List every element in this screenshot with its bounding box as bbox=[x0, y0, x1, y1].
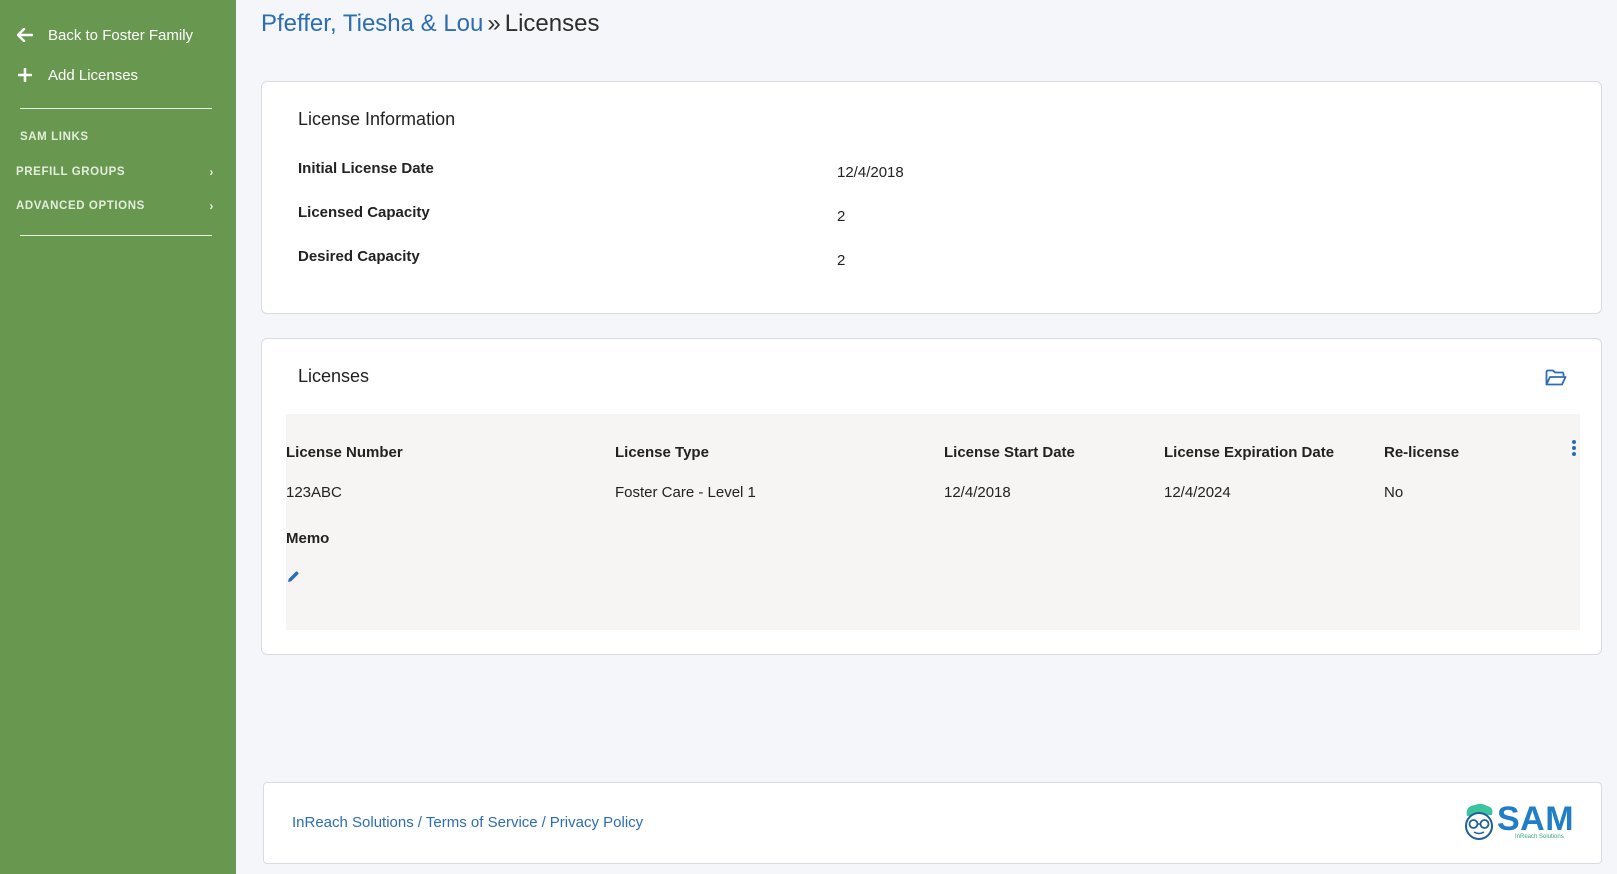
footer-separator: / bbox=[417, 814, 422, 831]
licenses-card: Licenses License Number License Type Lic… bbox=[261, 338, 1602, 655]
sidebar-divider bbox=[20, 108, 212, 109]
terms-of-service-link[interactable]: Terms of Service bbox=[426, 814, 538, 831]
memo-label: Memo bbox=[286, 530, 330, 547]
sidebar: Back to Foster Family Add Licenses SAM L… bbox=[0, 0, 236, 874]
cell-re-license: No bbox=[1384, 484, 1404, 501]
advanced-options-label: ADVANCED OPTIONS bbox=[16, 200, 145, 212]
license-information-card: License Information Initial License Date… bbox=[261, 81, 1602, 314]
add-licenses-link[interactable]: Add Licenses bbox=[16, 66, 138, 84]
cell-license-start-date: 12/4/2018 bbox=[944, 484, 1011, 501]
privacy-policy-link[interactable]: Privacy Policy bbox=[550, 814, 643, 831]
footer: InReach Solutions / Terms of Service / Priva… bbox=[263, 782, 1602, 864]
sam-links-label: SAM LINKS bbox=[20, 131, 89, 143]
sidebar-divider bbox=[20, 235, 212, 236]
cell-license-expiration-date: 12/4/2024 bbox=[1164, 484, 1231, 501]
field-value: 2 bbox=[837, 252, 846, 269]
column-header-license-expiration-date: License Expiration Date bbox=[1164, 444, 1335, 461]
field-label: Licensed Capacity bbox=[298, 204, 430, 221]
license-information-heading: License Information bbox=[298, 109, 456, 129]
back-label: Back to Foster Family bbox=[48, 26, 194, 44]
cell-license-number: 123ABC bbox=[286, 484, 342, 501]
licenses-table: License Number License Type License Star… bbox=[286, 414, 1580, 630]
prefill-groups-label: PREFILL GROUPS bbox=[16, 166, 126, 178]
chevron-right-icon: › bbox=[209, 165, 214, 179]
arrow-left-icon bbox=[16, 26, 34, 44]
page-title: Pfeffer, Tiesha & Lou» Licenses bbox=[261, 10, 599, 38]
column-header-license-start-date: License Start Date bbox=[944, 444, 1075, 461]
breadcrumb-separator: » bbox=[487, 10, 501, 37]
sam-logo: SAM InReach Solutions bbox=[1461, 800, 1577, 846]
add-label: Add Licenses bbox=[48, 66, 139, 84]
mascot-face-icon bbox=[1465, 803, 1493, 840]
column-header-license-number: License Number bbox=[286, 444, 403, 461]
back-to-foster-family-link[interactable]: Back to Foster Family bbox=[16, 26, 193, 44]
breadcrumb-family-link[interactable]: Pfeffer, Tiesha & Lou bbox=[261, 10, 483, 37]
sidebar-item-sam-links[interactable]: SAM LINKS bbox=[20, 131, 214, 143]
inreach-solutions-link[interactable]: InReach Solutions bbox=[292, 814, 414, 831]
sidebar-item-advanced-options[interactable]: ADVANCED OPTIONS › bbox=[16, 199, 214, 213]
footer-separator: / bbox=[541, 814, 546, 831]
plus-icon bbox=[16, 66, 34, 84]
breadcrumb-current: Licenses bbox=[504, 10, 600, 37]
field-value: 12/4/2018 bbox=[837, 164, 904, 181]
field-value: 2 bbox=[837, 208, 846, 225]
pencil-edit-icon[interactable] bbox=[287, 570, 300, 583]
cell-license-type: Foster Care - Level 1 bbox=[615, 484, 756, 501]
chevron-right-icon: › bbox=[209, 199, 214, 213]
more-options-icon[interactable] bbox=[1570, 438, 1578, 458]
column-header-license-type: License Type bbox=[615, 444, 709, 461]
field-label: Desired Capacity bbox=[298, 248, 420, 265]
folder-open-icon[interactable] bbox=[1545, 369, 1567, 387]
licenses-heading: Licenses bbox=[298, 366, 370, 386]
field-label: Initial License Date bbox=[298, 160, 434, 177]
logo-subtitle: InReach Solutions bbox=[1515, 834, 1564, 840]
sidebar-item-prefill-groups[interactable]: PREFILL GROUPS › bbox=[16, 165, 214, 179]
footer-links: InReach Solutions / Terms of Service / Priva… bbox=[292, 814, 643, 831]
column-header-re-license: Re-license bbox=[1384, 444, 1460, 461]
